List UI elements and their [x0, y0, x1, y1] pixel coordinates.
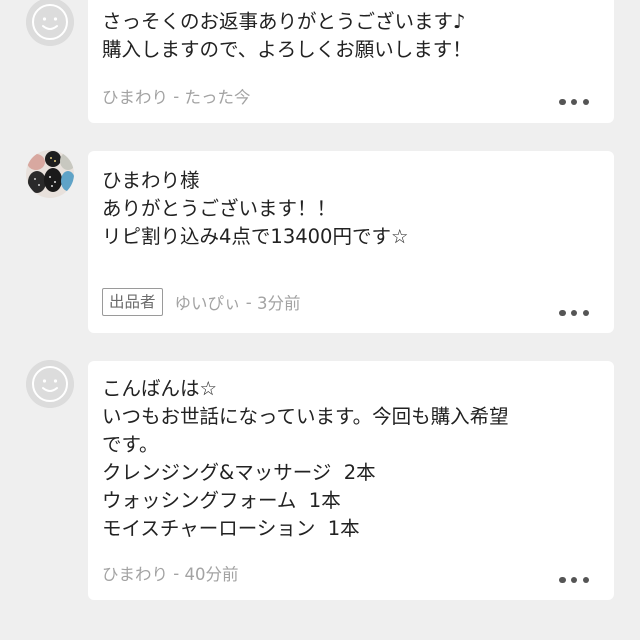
more-dots-icon[interactable]: [559, 576, 589, 584]
comment-meta: 出品者 ゆいぴぃ - 3分前: [102, 288, 300, 316]
default-face-icon: [26, 0, 74, 46]
seller-photo-avatar: [26, 150, 74, 198]
comment-body: ひまわり様 ありがとうございます！！ リピ割り込み4点で13400円です☆: [102, 167, 408, 251]
comment-time: 3分前: [256, 294, 301, 313]
comment-line: です。: [102, 433, 159, 456]
comment-line: クレンジング&マッサージ 2本: [102, 461, 376, 484]
comment-line: ウォッシングフォーム 1本: [102, 489, 341, 512]
comment-body: こんばんは☆ いつもお世話になっています。今回も購入希望 です。 クレンジング&…: [102, 375, 509, 543]
meta-separator: -: [168, 86, 185, 106]
seller-avatar[interactable]: [26, 150, 74, 198]
comment-meta: ひまわり - たった今: [102, 84, 250, 108]
comment-time: 40分前: [184, 565, 239, 584]
comment-author[interactable]: ゆいぴぃ: [175, 290, 241, 314]
seller-badge: 出品者: [102, 288, 163, 316]
comment-line: さっそくのお返事ありがとうございます♪: [102, 10, 466, 33]
comment-meta: ひまわり - 40分前: [102, 561, 238, 585]
commenter-avatar[interactable]: [26, 0, 74, 46]
comment-line: リピ割り込み4点で13400円です☆: [102, 225, 409, 248]
meta-separator: -: [168, 563, 185, 583]
comment-line: こんばんは☆: [102, 377, 217, 400]
more-dots-icon[interactable]: [559, 98, 589, 106]
comment-line: ひまわり様: [102, 169, 200, 192]
comment-line: いつもお世話になっています。今回も購入希望: [102, 405, 509, 428]
comment-author[interactable]: ひまわり: [102, 561, 168, 585]
comment-author[interactable]: ひまわり: [102, 84, 168, 108]
comment-line: ありがとうございます！！: [102, 197, 337, 220]
comment-card: ひまわり様 ありがとうございます！！ リピ割り込み4点で13400円です☆ 出品…: [88, 151, 614, 333]
comment-card: さっそくのお返事ありがとうございます♪ 購入しますので、よろしくお願いします！ …: [88, 0, 614, 123]
comment-line: モイスチャーローション 1本: [102, 517, 360, 540]
comment-body: さっそくのお返事ありがとうございます♪ 購入しますので、よろしくお願いします！: [102, 8, 472, 64]
meta-separator: -: [240, 292, 257, 312]
default-face-icon: [26, 360, 74, 408]
commenter-avatar[interactable]: [26, 360, 74, 408]
comment-line: 購入しますので、よろしくお願いします！: [102, 38, 472, 61]
comment-card: こんばんは☆ いつもお世話になっています。今回も購入希望 です。 クレンジング&…: [88, 361, 614, 600]
comment-time: たった今: [184, 88, 251, 107]
more-dots-icon[interactable]: [559, 309, 589, 317]
